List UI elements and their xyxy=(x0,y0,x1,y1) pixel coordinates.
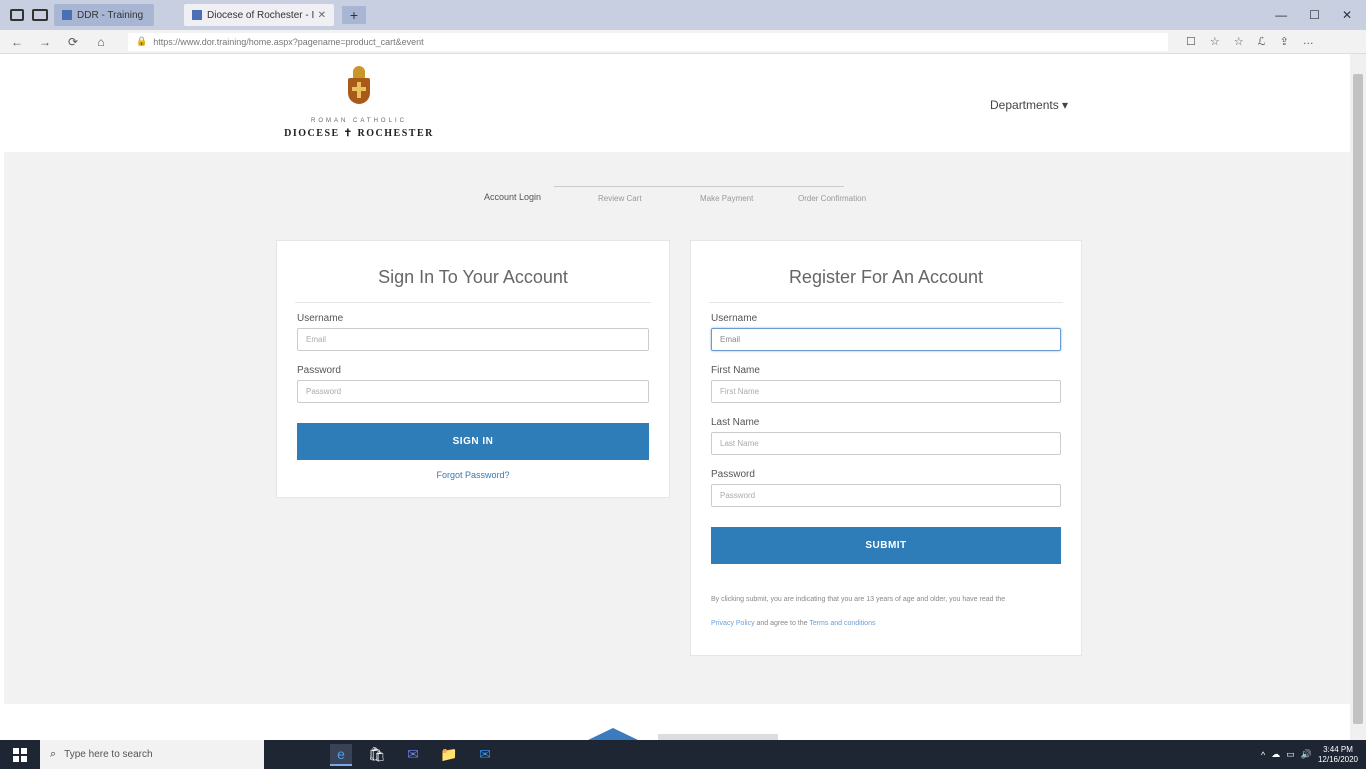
volume-icon[interactable]: 🔊 xyxy=(1301,749,1312,760)
windows-taskbar: ⌕ Type here to search e 🛍 ✉ 📁 ✉ ^ ☁ ▭ 🔊 … xyxy=(0,740,1366,769)
footer-logo-icon xyxy=(588,728,638,740)
browser-tab-training[interactable]: DDR - Training xyxy=(54,4,154,26)
network-icon[interactable]: ▭ xyxy=(1286,749,1295,760)
register-username-label: Username xyxy=(711,313,758,324)
forgot-password-link[interactable]: Forgot Password? xyxy=(277,470,669,480)
clock-date: 12/16/2020 xyxy=(1317,754,1358,764)
register-password-label: Password xyxy=(711,469,755,480)
search-icon: ⌕ xyxy=(50,748,57,760)
mail-app-icon[interactable]: ✉ xyxy=(474,744,496,766)
privacy-policy-link[interactable]: Privacy Policy xyxy=(711,620,755,627)
reading-view-icon[interactable]: ☐ xyxy=(1186,35,1196,48)
windows-logo-icon xyxy=(13,747,27,762)
tab-label: Diocese of Rochester - I xyxy=(207,9,315,21)
address-bar-row: ← → ⟳ ⌂ 🔒 https://www.dor.training/home.… xyxy=(0,30,1366,54)
clock-time: 3:44 PM xyxy=(1323,744,1353,754)
minimize-button[interactable]: — xyxy=(1275,8,1287,22)
browser-tab-diocese[interactable]: Diocese of Rochester - I ✕ xyxy=(184,4,334,26)
favorite-star-icon[interactable]: ☆ xyxy=(1210,35,1220,48)
scrollbar-thumb[interactable] xyxy=(1353,74,1363,724)
signin-username-label: Username xyxy=(297,313,344,324)
terms-notice-text: By clicking submit, you are indicating t… xyxy=(711,596,1006,603)
pen-icon[interactable]: ℒ xyxy=(1258,35,1266,48)
signin-title: Sign In To Your Account xyxy=(295,267,651,303)
address-bar-actions: ☐ ☆ ☆ ℒ ⇪ … xyxy=(1186,35,1314,48)
diocese-logo[interactable]: ROMAN CATHOLIC DIOCESE ✝ ROCHESTER xyxy=(276,66,442,139)
tray-chevron-icon[interactable]: ^ xyxy=(1261,750,1265,760)
register-last-name-label: Last Name xyxy=(711,417,760,428)
submit-button[interactable]: SUBMIT xyxy=(711,527,1061,564)
refresh-button[interactable]: ⟳ xyxy=(62,35,84,49)
tab-favicon-icon xyxy=(62,10,72,20)
tab-label: DDR - Training xyxy=(77,9,144,21)
home-button[interactable]: ⌂ xyxy=(90,35,112,49)
step-make-payment: Make Payment xyxy=(700,194,754,203)
edge-app-icon[interactable]: e xyxy=(330,743,352,766)
signin-card: Sign In To Your Account Username Email P… xyxy=(276,240,670,498)
url-field[interactable]: 🔒 https://www.dor.training/home.aspx?pag… xyxy=(128,32,1168,51)
window-controls: — ☐ ✕ xyxy=(1275,8,1352,22)
taskbar-search[interactable]: ⌕ Type here to search xyxy=(40,740,264,769)
teams-app-icon[interactable]: ✉ xyxy=(402,744,424,766)
terms-conditions-link[interactable]: Terms and conditions xyxy=(809,620,875,627)
step-account-login: Account Login xyxy=(484,192,542,202)
clock[interactable]: 3:44 PM 12/16/2020 xyxy=(1318,745,1358,765)
tab-actions-icon[interactable] xyxy=(10,9,24,21)
register-password-input[interactable]: Password xyxy=(711,484,1061,507)
checkout-steps: Account Login Review Cart Make Payment O… xyxy=(480,186,910,216)
register-card: Register For An Account Username Email F… xyxy=(690,240,1082,656)
site-header: ROMAN CATHOLIC DIOCESE ✝ ROCHESTER Depar… xyxy=(0,54,1350,152)
url-text: https://www.dor.training/home.aspx?pagen… xyxy=(153,36,424,47)
terms-notice: By clicking submit, you are indicating t… xyxy=(711,588,1061,636)
taskbar-search-placeholder: Type here to search xyxy=(64,749,153,760)
step-review-cart: Review Cart xyxy=(598,194,642,203)
sign-in-button[interactable]: SIGN IN xyxy=(297,423,649,460)
main-content: Account Login Review Cart Make Payment O… xyxy=(4,152,1350,704)
register-username-input[interactable]: Email xyxy=(711,328,1061,351)
browser-tab-bar: DDR - Training Diocese of Rochester - I … xyxy=(0,0,1366,30)
crest-icon xyxy=(344,66,374,110)
taskbar-apps: e 🛍 ✉ 📁 ✉ xyxy=(330,743,496,766)
signin-password-input[interactable]: Password xyxy=(297,380,649,403)
close-tab-icon[interactable]: ✕ xyxy=(318,10,326,21)
register-first-name-input[interactable]: First Name xyxy=(711,380,1061,403)
tab-preview-icon[interactable] xyxy=(32,9,48,21)
store-app-icon[interactable]: 🛍 xyxy=(366,744,388,766)
logo-title: DIOCESE ✝ ROCHESTER xyxy=(284,128,434,139)
footer-band xyxy=(0,704,1350,740)
page-scrollbar[interactable] xyxy=(1350,54,1366,740)
system-tray: ^ ☁ ▭ 🔊 3:44 PM 12/16/2020 xyxy=(1261,745,1358,765)
more-icon[interactable]: … xyxy=(1303,35,1314,48)
start-button[interactable] xyxy=(0,740,40,769)
file-explorer-icon[interactable]: 📁 xyxy=(438,744,460,766)
close-window-button[interactable]: ✕ xyxy=(1342,8,1352,22)
logo-subtitle: ROMAN CATHOLIC xyxy=(311,118,407,124)
back-button[interactable]: ← xyxy=(6,35,28,49)
signin-username-input[interactable]: Email xyxy=(297,328,649,351)
lock-icon: 🔒 xyxy=(136,36,148,46)
steps-divider xyxy=(554,186,844,187)
departments-menu[interactable]: Departments ▾ xyxy=(990,98,1068,112)
register-first-name-label: First Name xyxy=(711,365,760,376)
terms-agree-text: and agree to the xyxy=(754,620,810,627)
step-order-confirmation: Order Confirmation xyxy=(798,194,867,203)
forward-button[interactable]: → xyxy=(34,35,56,49)
favorites-icon[interactable]: ☆ xyxy=(1234,35,1244,48)
tab-favicon-icon xyxy=(192,10,202,20)
share-icon[interactable]: ⇪ xyxy=(1280,35,1289,48)
new-tab-button[interactable]: + xyxy=(342,6,366,24)
register-title: Register For An Account xyxy=(709,267,1063,303)
onedrive-icon[interactable]: ☁ xyxy=(1271,749,1280,760)
register-last-name-input[interactable]: Last Name xyxy=(711,432,1061,455)
signin-password-label: Password xyxy=(297,365,341,376)
maximize-button[interactable]: ☐ xyxy=(1309,8,1320,22)
